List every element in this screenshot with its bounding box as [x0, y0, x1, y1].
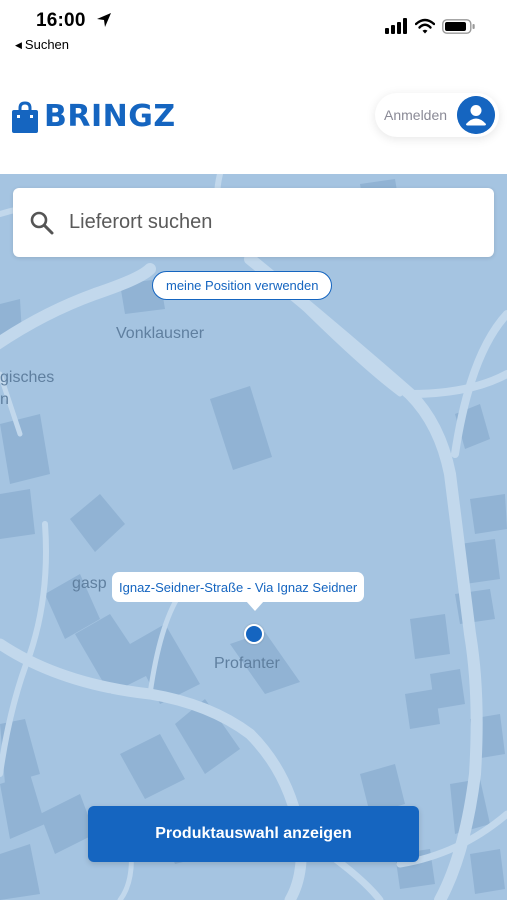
map-label-gasp: gasp [72, 575, 107, 592]
cellular-signal-icon [385, 18, 407, 34]
status-time: 16:00 [36, 10, 86, 31]
login-button[interactable]: Anmelden [375, 93, 499, 137]
back-triangle-icon: ◀ [15, 40, 22, 50]
location-arrow-icon [97, 13, 111, 27]
map-label-gisches: gisches [0, 369, 55, 386]
show-products-button[interactable]: Produktauswahl anzeigen [88, 806, 419, 862]
location-search-input[interactable] [69, 211, 469, 234]
location-search-box[interactable] [13, 188, 494, 257]
user-icon [457, 96, 495, 134]
search-icon [30, 211, 54, 234]
login-label: Anmelden [384, 107, 448, 123]
app-header: BRINGZ Anmelden [0, 60, 507, 174]
selected-address-tooltip: Ignaz-Seidner-Straße - Via Ignaz Seidner [112, 572, 365, 602]
back-app-label: Suchen [24, 37, 70, 52]
use-my-position-button[interactable]: meine Position verwenden [152, 271, 333, 300]
logo-text: BRINGZ [44, 99, 176, 134]
map-view[interactable]: Vonklausner gisches n gasp Profanter mei… [0, 174, 507, 900]
back-to-app-link[interactable]: ◀ Suchen [15, 37, 69, 52]
battery-icon [442, 19, 475, 34]
location-pin-marker[interactable] [244, 624, 264, 644]
map-label-profanter: Profanter [214, 655, 280, 672]
map-label-n: n [0, 391, 9, 408]
status-bar: 16:00 ◀ Suchen [0, 0, 507, 60]
shopping-bag-icon [12, 100, 38, 133]
map-label-vonklausner: Vonklausner [116, 325, 205, 342]
bringz-logo[interactable]: BRINGZ [12, 99, 176, 134]
wifi-icon [415, 18, 435, 34]
tooltip-tail [246, 601, 264, 611]
